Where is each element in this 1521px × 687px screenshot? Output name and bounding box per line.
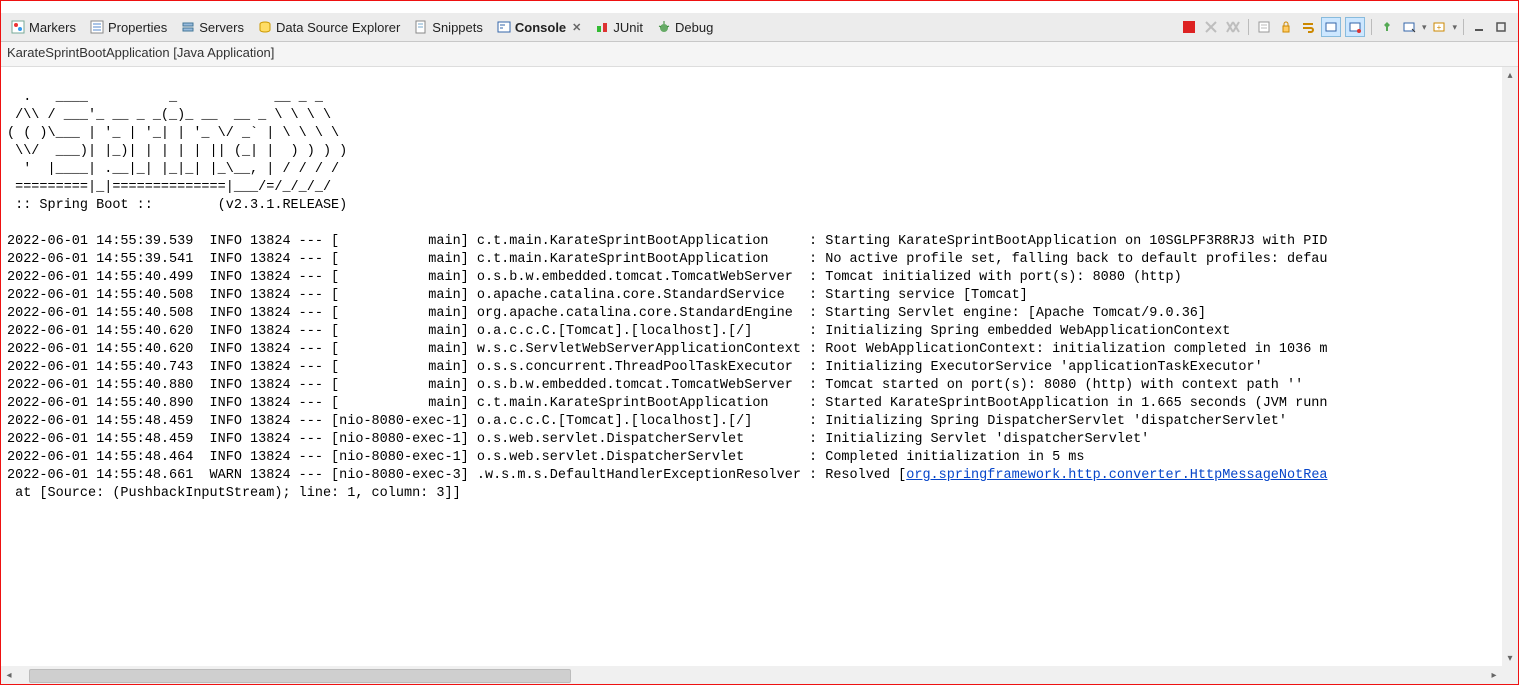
- tab-label: Console: [515, 20, 566, 35]
- console-text[interactable]: . ____ _ __ _ _ /\\ / ___'_ __ _ _(_)_ _…: [1, 67, 1502, 507]
- scroll-corner: [1502, 666, 1518, 684]
- scroll-up-arrow-icon[interactable]: ▴: [1502, 67, 1518, 83]
- show-console-on-output-button[interactable]: [1321, 17, 1341, 37]
- tab-label: Debug: [675, 20, 713, 35]
- bug-icon: [657, 20, 671, 34]
- database-icon: [258, 20, 272, 34]
- scroll-track[interactable]: [17, 666, 1486, 684]
- console-process-label: KarateSprintBootApplication [Java Applic…: [1, 42, 1518, 67]
- console-icon: [497, 20, 511, 34]
- svg-text:+: +: [1437, 23, 1442, 32]
- tab-junit[interactable]: JUnit: [589, 18, 649, 37]
- tab-data-source-explorer[interactable]: Data Source Explorer: [252, 18, 406, 37]
- view-tabs: Markers Properties Servers Data Source E…: [5, 18, 1180, 37]
- tab-debug[interactable]: Debug: [651, 18, 719, 37]
- eclipse-view-panel: Markers Properties Servers Data Source E…: [0, 0, 1519, 685]
- tab-label: Data Source Explorer: [276, 20, 400, 35]
- markers-icon: [11, 20, 25, 34]
- word-wrap-button[interactable]: [1299, 18, 1317, 36]
- minimize-button[interactable]: [1470, 18, 1488, 36]
- console-viewport[interactable]: . ____ _ __ _ _ /\\ / ___'_ __ _ _(_)_ _…: [1, 67, 1502, 666]
- junit-icon: [595, 20, 609, 34]
- tab-label: Properties: [108, 20, 167, 35]
- console-toolbar: ▾ + ▾: [1180, 17, 1514, 37]
- show-console-on-error-button[interactable]: [1345, 17, 1365, 37]
- pin-console-button[interactable]: [1378, 18, 1396, 36]
- exception-link[interactable]: org.springframework.http.converter.HttpM…: [906, 468, 1327, 483]
- terminate-button[interactable]: [1180, 18, 1198, 36]
- view-tab-bar: Markers Properties Servers Data Source E…: [1, 13, 1518, 42]
- snippets-icon: [414, 20, 428, 34]
- scroll-right-arrow-icon[interactable]: ▸: [1486, 666, 1502, 684]
- tab-console[interactable]: Console ✕: [491, 18, 588, 37]
- tab-markers[interactable]: Markers: [5, 18, 82, 37]
- clear-console-button[interactable]: [1255, 18, 1273, 36]
- remove-all-button[interactable]: [1224, 18, 1242, 36]
- console-output-area: . ____ _ __ _ _ /\\ / ___'_ __ _ _(_)_ _…: [1, 67, 1518, 684]
- close-icon[interactable]: ✕: [572, 21, 581, 34]
- horizontal-scrollbar[interactable]: ◂ ▸: [1, 666, 1502, 684]
- tab-label: JUnit: [613, 20, 643, 35]
- tab-label: Snippets: [432, 20, 483, 35]
- separator: [1463, 19, 1464, 35]
- tab-properties[interactable]: Properties: [84, 18, 173, 37]
- vertical-scrollbar[interactable]: ▴ ▾: [1502, 67, 1518, 666]
- tab-label: Servers: [199, 20, 244, 35]
- scroll-thumb[interactable]: [29, 669, 571, 683]
- separator: [1371, 19, 1372, 35]
- remove-launch-button[interactable]: [1202, 18, 1220, 36]
- dropdown-arrow-icon[interactable]: ▾: [1422, 22, 1427, 33]
- maximize-button[interactable]: [1492, 18, 1510, 36]
- dropdown-arrow-icon[interactable]: ▾: [1452, 22, 1457, 33]
- tab-label: Markers: [29, 20, 76, 35]
- scroll-lock-button[interactable]: [1277, 18, 1295, 36]
- servers-icon: [181, 20, 195, 34]
- separator: [1248, 19, 1249, 35]
- scroll-track[interactable]: [1502, 83, 1518, 650]
- display-selected-console-button[interactable]: [1400, 18, 1418, 36]
- scroll-left-arrow-icon[interactable]: ◂: [1, 666, 17, 684]
- properties-icon: [90, 20, 104, 34]
- tab-servers[interactable]: Servers: [175, 18, 250, 37]
- open-console-button[interactable]: +: [1430, 18, 1448, 36]
- tab-snippets[interactable]: Snippets: [408, 18, 489, 37]
- scroll-down-arrow-icon[interactable]: ▾: [1502, 650, 1518, 666]
